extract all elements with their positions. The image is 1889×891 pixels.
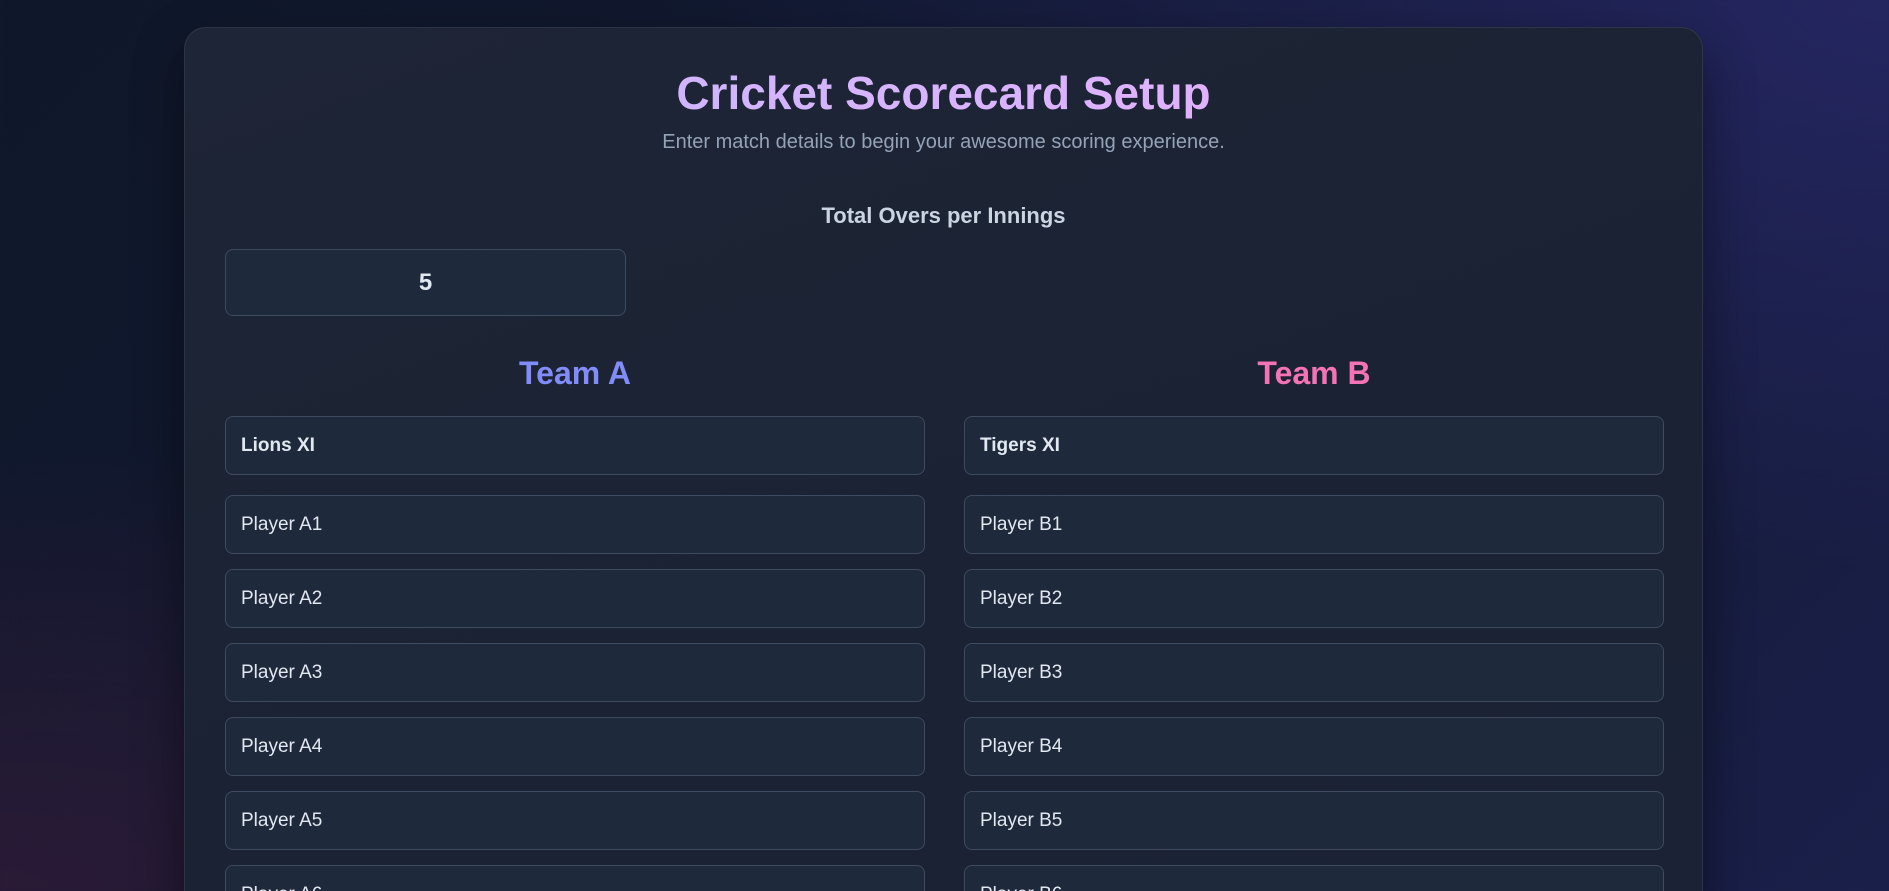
team-b-player-1-input[interactable] (964, 495, 1664, 554)
overs-label: Total Overs per Innings (821, 203, 1066, 228)
team-b-player-4-input[interactable] (964, 717, 1664, 776)
team-a-player-6-input[interactable] (225, 865, 925, 891)
team-b-player-5-input[interactable] (964, 791, 1664, 850)
team-a-player-4-input[interactable] (225, 717, 925, 776)
team-b-heading: Team B (1257, 355, 1371, 391)
team-b-name-input[interactable] (964, 416, 1664, 475)
team-a-heading: Team A (518, 355, 632, 391)
overs-input[interactable] (225, 249, 626, 316)
team-a-player-3-input[interactable] (225, 643, 925, 702)
team-a-player-2-input[interactable] (225, 569, 925, 628)
team-b-player-2-input[interactable] (964, 569, 1664, 628)
team-b-player-3-input[interactable] (964, 643, 1664, 702)
setup-card: Cricket Scorecard Setup Enter match deta… (184, 27, 1703, 891)
team-b-player-6-input[interactable] (964, 865, 1664, 891)
page-title: Cricket Scorecard Setup (185, 66, 1702, 121)
team-a-player-1-input[interactable] (225, 495, 925, 554)
team-a-name-input[interactable] (225, 416, 925, 475)
team-a-player-5-input[interactable] (225, 791, 925, 850)
page-subtitle: Enter match details to begin your awesom… (662, 131, 1225, 153)
